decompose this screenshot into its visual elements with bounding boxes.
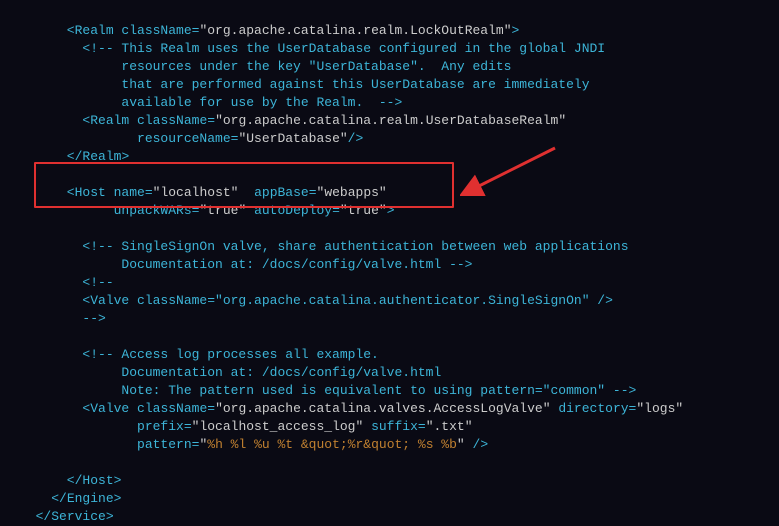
comment-line: <!-- Access log processes all example. bbox=[20, 347, 379, 362]
comment-line: resources under the key "UserDatabase". … bbox=[20, 59, 511, 74]
code-line: <Valve className="org.apache.catalina.va… bbox=[20, 401, 683, 416]
comment-line: Note: The pattern used is equivalent to … bbox=[20, 383, 636, 398]
host-code-line: unpackWARs="true" autoDeploy="true"> bbox=[20, 203, 395, 218]
code-line: <Realm className="org.apache.catalina.re… bbox=[20, 23, 519, 38]
comment-line: <!-- This Realm uses the UserDatabase co… bbox=[20, 41, 605, 56]
xml-code-block: <Realm className="org.apache.catalina.re… bbox=[0, 4, 779, 526]
comment-line: <!-- bbox=[20, 275, 114, 290]
host-code-line: <Host name="localhost" appBase="webapps" bbox=[20, 185, 387, 200]
code-line: </Engine> bbox=[20, 491, 121, 506]
code-line: </Service> bbox=[20, 509, 114, 524]
code-line: </Host> bbox=[20, 473, 121, 488]
comment-line: that are performed against this UserData… bbox=[20, 77, 590, 92]
code-line: prefix="localhost_access_log" suffix=".t… bbox=[20, 419, 473, 434]
code-line: </Realm> bbox=[20, 149, 129, 164]
code-line: resourceName="UserDatabase"/> bbox=[20, 131, 363, 146]
comment-line: available for use by the Realm. --> bbox=[20, 95, 402, 110]
comment-line: <!-- SingleSignOn valve, share authentic… bbox=[20, 239, 629, 254]
comment-line: Documentation at: /docs/config/valve.htm… bbox=[20, 257, 472, 272]
comment-line: --> bbox=[20, 311, 106, 326]
code-line: pattern="%h %l %u %t &quot;%r&quot; %s %… bbox=[20, 437, 488, 452]
code-line: <Realm className="org.apache.catalina.re… bbox=[20, 113, 566, 128]
comment-line: Documentation at: /docs/config/valve.htm… bbox=[20, 365, 441, 380]
comment-line: <Valve className="org.apache.catalina.au… bbox=[20, 293, 613, 308]
